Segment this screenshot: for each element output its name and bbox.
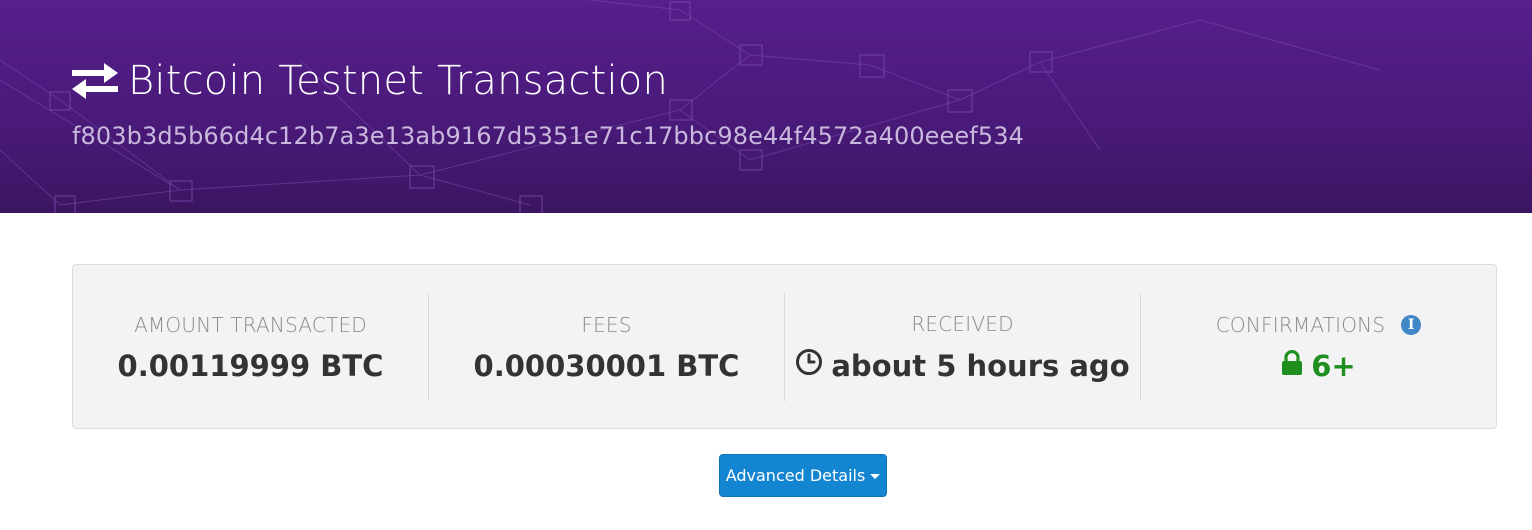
page-title-text: Bitcoin Testnet Transaction	[128, 58, 668, 104]
stat-received: RECEIVED about 5 hours ago	[785, 292, 1141, 401]
stat-label: RECEIVED	[911, 312, 1014, 336]
clock-icon	[795, 348, 823, 383]
stat-fees: FEES 0.00030001 BTC	[429, 292, 785, 401]
caret-down-icon	[870, 474, 881, 479]
stat-value: 0.00030001 BTC	[473, 348, 740, 383]
confirmations-count: 6+	[1311, 348, 1356, 383]
transaction-hash: f803b3d5b66d4c12b7a3e13ab9167d5351e71c17…	[72, 122, 1024, 150]
stat-label-wrapper: CONFIRMATIONS i	[1215, 311, 1422, 339]
stat-value: 0.00119999 BTC	[117, 348, 384, 383]
stat-label: AMOUNT TRANSACTED	[134, 312, 367, 337]
exchange-arrows-icon	[72, 63, 118, 99]
info-icon[interactable]: i	[1401, 314, 1422, 335]
advanced-details-button[interactable]: Advanced Details	[719, 454, 887, 497]
stat-label: FEES	[581, 312, 632, 337]
stat-amount-transacted: AMOUNT TRANSACTED 0.00119999 BTC	[73, 292, 429, 401]
page-title: Bitcoin Testnet Transaction	[72, 58, 668, 104]
blockchain-pattern-background	[0, 0, 1381, 213]
advanced-details-label: Advanced Details	[725, 466, 866, 485]
transaction-summary-panel: AMOUNT TRANSACTED 0.00119999 BTC FEES 0.…	[72, 264, 1497, 429]
stat-value-wrapper: 6+	[1281, 348, 1356, 383]
lock-icon	[1281, 349, 1303, 383]
stat-confirmations: CONFIRMATIONS i 6+	[1141, 293, 1496, 401]
stat-label: CONFIRMATIONS	[1215, 312, 1386, 337]
received-time: about 5 hours ago	[831, 348, 1130, 383]
hero-header: Bitcoin Testnet Transaction f803b3d5b66d…	[0, 0, 1532, 213]
stat-value-wrapper: about 5 hours ago	[795, 348, 1130, 383]
